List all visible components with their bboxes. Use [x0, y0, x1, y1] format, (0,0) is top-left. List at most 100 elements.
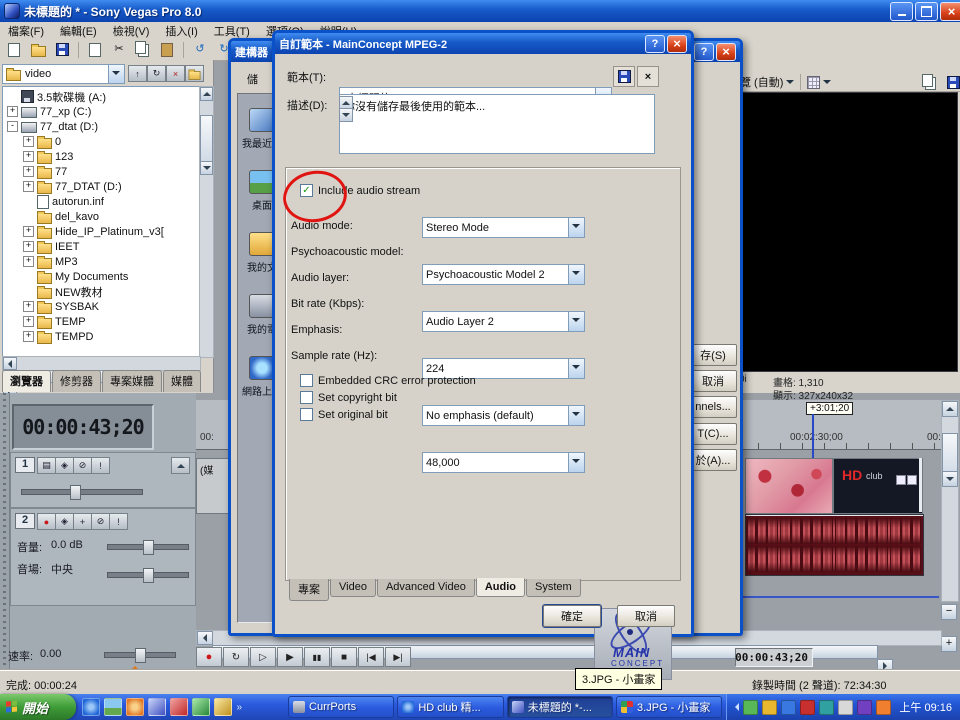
expander-icon[interactable]: +: [23, 301, 34, 312]
tray-icon[interactable]: [819, 700, 834, 715]
tree-item[interactable]: +77_DTAT (D:): [3, 179, 200, 194]
record-arm-button[interactable]: ●: [37, 513, 56, 530]
expander-icon[interactable]: +: [23, 181, 34, 192]
help-button[interactable]: ?: [694, 43, 714, 61]
tray-collapse-icon[interactable]: [731, 703, 739, 711]
show-desktop-icon[interactable]: [104, 698, 122, 716]
track-height-zoom-in-button[interactable]: +: [941, 636, 957, 652]
automation-button[interactable]: ◈: [55, 457, 74, 474]
tree-item[interactable]: +TEMP: [3, 314, 200, 329]
tab-video[interactable]: Video: [330, 579, 376, 597]
slider-thumb[interactable]: [143, 540, 154, 555]
tab-advanced-video[interactable]: Advanced Video: [377, 579, 475, 597]
slider-thumb[interactable]: [70, 485, 81, 500]
tray-icon[interactable]: [857, 700, 872, 715]
audio-mode-dropdown[interactable]: Stereo Mode: [422, 217, 585, 238]
close-button[interactable]: [716, 43, 736, 61]
expander-icon[interactable]: +: [23, 151, 34, 162]
dropdown-arrow-icon[interactable]: [786, 80, 794, 88]
cancel-button[interactable]: 取消: [689, 370, 737, 392]
timeline-vertical-scrollbar[interactable]: [941, 400, 959, 602]
tree-item[interactable]: NEW教材: [3, 284, 200, 299]
task-button-paint[interactable]: 3.JPG - 小畫家: [616, 696, 722, 718]
dropdown-arrow-icon[interactable]: [568, 265, 584, 284]
vegas-quicklaunch-icon[interactable]: [148, 698, 166, 716]
mute-button[interactable]: ⊘: [91, 513, 110, 530]
dock-handle[interactable]: [0, 393, 10, 670]
maximize-button[interactable]: [915, 2, 938, 21]
tree-item[interactable]: My Documents: [3, 269, 200, 284]
custom-template-dialog-titlebar[interactable]: 自訂範本 - MainConcept MPEG-2 ?: [275, 33, 691, 54]
tree-item[interactable]: +IEET: [3, 239, 200, 254]
tree-item[interactable]: +SYSBAK: [3, 299, 200, 314]
video-event-offline[interactable]: (媒: [196, 458, 231, 514]
track-fx-button[interactable]: ◈: [55, 513, 74, 530]
tree-item[interactable]: -77_dtat (D:): [3, 119, 200, 134]
dropdown-arrow-icon[interactable]: [568, 406, 584, 425]
expander-icon[interactable]: +: [23, 241, 34, 252]
new-folder-button[interactable]: [185, 65, 204, 82]
play-from-start-button[interactable]: ▷: [250, 647, 276, 667]
start-button[interactable]: 開始: [0, 694, 76, 720]
time-display[interactable]: 00:00:43;20: [12, 404, 154, 450]
tab-project-media[interactable]: 專案媒體: [102, 370, 162, 392]
tree-item[interactable]: del_kavo: [3, 209, 200, 224]
overlays-grid-icon[interactable]: [807, 76, 820, 89]
original-bit-checkbox[interactable]: Set original bit: [300, 408, 388, 421]
tab-audio[interactable]: Audio: [476, 578, 525, 597]
go-to-end-button[interactable]: ▶|: [385, 647, 411, 667]
emphasis-dropdown[interactable]: No emphasis (default): [422, 405, 585, 426]
description-textbox[interactable]: 你沒有儲存最後使用的範本...: [339, 94, 655, 154]
go-to-start-button[interactable]: |◀: [358, 647, 384, 667]
volume-slider[interactable]: [107, 544, 189, 550]
save-button[interactable]: 存(S): [689, 344, 737, 366]
dropdown-arrow-icon[interactable]: [568, 453, 584, 472]
task-button-vegas[interactable]: 未標題的 *-...: [507, 696, 613, 718]
quicklaunch-icon[interactable]: [214, 698, 232, 716]
close-button[interactable]: [940, 2, 960, 21]
tab-project[interactable]: 專案: [289, 579, 329, 601]
tab-system[interactable]: System: [526, 579, 581, 597]
cursor-position-box[interactable]: 00:00:43;20: [735, 648, 813, 667]
refresh-button[interactable]: ↻: [147, 65, 166, 82]
tray-icon[interactable]: [743, 700, 758, 715]
rate-slider[interactable]: [104, 652, 176, 658]
menu-item-view[interactable]: 檢視(V): [105, 21, 158, 41]
minimize-button[interactable]: [890, 2, 913, 21]
tray-icon[interactable]: [876, 700, 891, 715]
tree-item[interactable]: +MP3: [3, 254, 200, 269]
menu-item-file[interactable]: 檔案(F): [0, 21, 52, 41]
track-header-2[interactable]: 2 ● ◈ + ⊘ ! 音量: 0.0 dB 音場: 中央: [10, 508, 196, 606]
tree-item[interactable]: +77: [3, 164, 200, 179]
dropdown-arrow-icon[interactable]: [568, 218, 584, 237]
ie-icon[interactable]: [82, 698, 100, 716]
expander-icon[interactable]: +: [23, 331, 34, 342]
track-height-zoom-out-button[interactable]: −: [941, 604, 957, 620]
tree-item[interactable]: +77_xp (C:): [3, 104, 200, 119]
quicklaunch-icon[interactable]: [170, 698, 188, 716]
menu-item-edit[interactable]: 編輯(E): [52, 21, 105, 41]
save-project-button[interactable]: [51, 40, 73, 60]
dropdown-arrow-icon[interactable]: [108, 65, 124, 83]
menu-item-insert[interactable]: 插入(I): [157, 21, 205, 41]
about-button-fragment[interactable]: 於(A)...: [689, 449, 737, 471]
video-event-hdclub[interactable]: HD club: [833, 458, 923, 514]
tree-item[interactable]: +123: [3, 149, 200, 164]
tray-icon[interactable]: [762, 700, 777, 715]
cancel-button[interactable]: 取消: [617, 605, 675, 627]
save-template-button[interactable]: [613, 66, 635, 87]
tray-icon[interactable]: [800, 700, 815, 715]
record-button[interactable]: ●: [196, 647, 222, 667]
tree-vertical-scrollbar[interactable]: [199, 86, 214, 358]
slider-thumb[interactable]: [143, 568, 154, 583]
address-dropdown[interactable]: video: [2, 64, 125, 84]
dropdown-arrow-icon[interactable]: [823, 80, 831, 88]
expander-icon[interactable]: -: [7, 121, 18, 132]
play-button[interactable]: ▶: [277, 647, 303, 667]
paste-button[interactable]: [156, 40, 178, 60]
tree-horizontal-scrollbar[interactable]: [2, 356, 201, 371]
checkbox-icon[interactable]: [300, 374, 313, 387]
audio-layer-dropdown[interactable]: Audio Layer 2: [422, 311, 585, 332]
tree-item[interactable]: +Hide_IP_Platinum_v3[: [3, 224, 200, 239]
mute-button[interactable]: ⊘: [73, 457, 92, 474]
